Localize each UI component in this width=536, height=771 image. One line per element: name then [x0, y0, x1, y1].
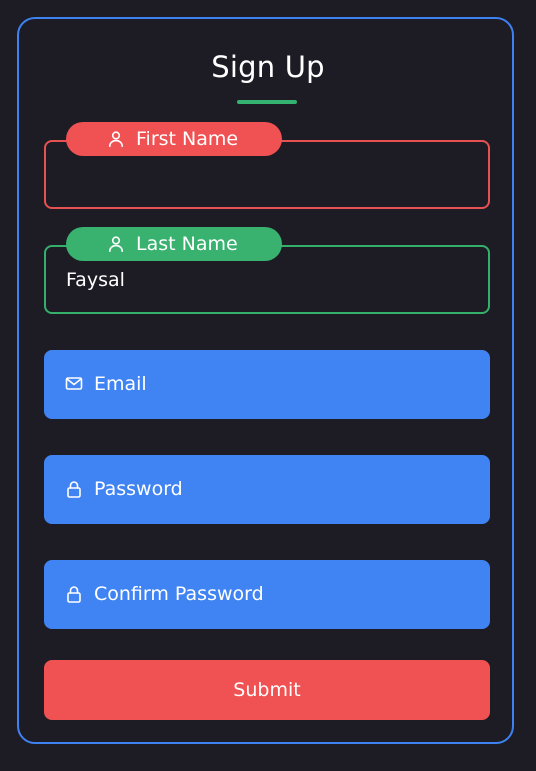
lock-icon	[67, 481, 81, 498]
mail-icon	[65, 377, 83, 390]
user-icon	[109, 236, 123, 252]
first-name-label-pill: First Name	[66, 122, 282, 156]
confirm-password-placeholder: Confirm Password	[94, 583, 264, 605]
last-name-label-pill: Last Name	[66, 227, 282, 261]
page-title: Sign Up	[211, 50, 325, 84]
last-name-label: Last Name	[136, 233, 238, 255]
title-underline	[237, 100, 297, 104]
submit-button[interactable]: Submit	[44, 660, 490, 720]
password-placeholder: Password	[94, 478, 183, 500]
password-field[interactable]: Password	[44, 455, 490, 524]
first-name-label: First Name	[136, 128, 239, 150]
lock-icon	[67, 586, 81, 603]
email-placeholder: Email	[94, 373, 147, 395]
user-icon	[109, 131, 123, 147]
email-field[interactable]: Email	[44, 350, 490, 419]
last-name-value: Faysal	[66, 269, 125, 291]
confirm-password-field[interactable]: Confirm Password	[44, 560, 490, 629]
